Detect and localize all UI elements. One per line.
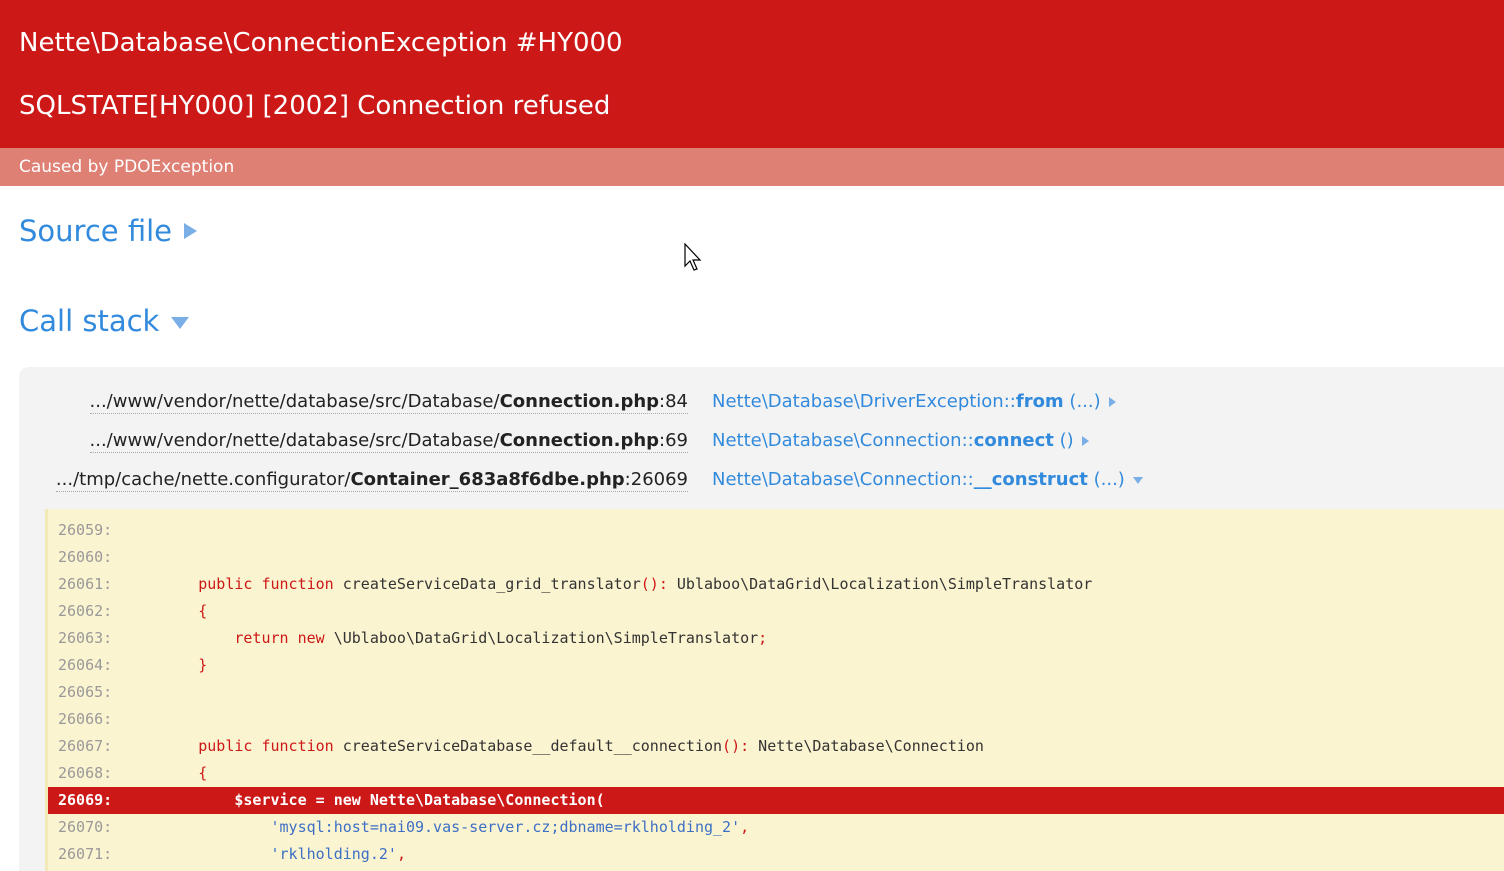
highlighted-error-line: 26069: $service = new Nette\Database\Con… xyxy=(48,787,1504,814)
call-stack-label: Call stack xyxy=(19,304,160,338)
mouse-cursor-icon xyxy=(684,243,702,271)
stack-frame: .../tmp/cache/nette.configurator/Contain… xyxy=(19,445,1504,492)
collapse-args-icon xyxy=(1132,476,1143,484)
caused-by-link[interactable]: Caused by PDOException xyxy=(0,148,1504,186)
source-code-block: 26059: 26060: 26061: public function cre… xyxy=(45,509,1504,871)
code-line: 26059: xyxy=(58,521,113,539)
expand-right-icon xyxy=(184,223,197,239)
stack-frame: .../www/vendor/nette/database/src/Databa… xyxy=(19,367,1504,414)
code-line: 26066: xyxy=(58,710,113,728)
call-stack-panel: .../www/vendor/nette/database/src/Databa… xyxy=(19,367,1504,871)
collapse-down-icon xyxy=(171,317,190,329)
source-file-label: Source file xyxy=(19,214,172,248)
code-line: 26063: return new \Ublaboo\DataGrid\Loca… xyxy=(58,629,768,647)
frame-method-toggle[interactable]: Nette\Database\Connection::__construct (… xyxy=(712,469,1143,491)
caused-by-label: Caused by PDOException xyxy=(19,157,235,177)
exception-title: Nette\Database\ConnectionException #HY00… xyxy=(19,28,623,58)
source-file-toggle[interactable]: Source file xyxy=(19,214,197,248)
code-line: 26061: public function createServiceData… xyxy=(58,575,1093,593)
code-line: 26070: 'mysql:host=nai09.vas-server.cz;d… xyxy=(58,818,750,836)
call-stack-toggle[interactable]: Call stack xyxy=(19,304,190,338)
stack-frame: .../www/vendor/nette/database/src/Databa… xyxy=(19,406,1504,453)
frame-file-link[interactable]: .../tmp/cache/nette.configurator/Contain… xyxy=(55,469,688,492)
code-line: 26071: 'rklholding.2', xyxy=(58,845,406,863)
code-line: 26068: { xyxy=(58,764,208,782)
code-line: 26060: xyxy=(58,548,113,566)
code-line: 26064: } xyxy=(58,656,208,674)
exception-message: SQLSTATE[HY000] [2002] Connection refuse… xyxy=(19,91,611,121)
code-line: 26065: xyxy=(58,683,113,701)
code-line: 26067: public function createServiceData… xyxy=(58,737,984,755)
error-header: Nette\Database\ConnectionException #HY00… xyxy=(0,0,1504,148)
code-line: 26062: { xyxy=(58,602,208,620)
